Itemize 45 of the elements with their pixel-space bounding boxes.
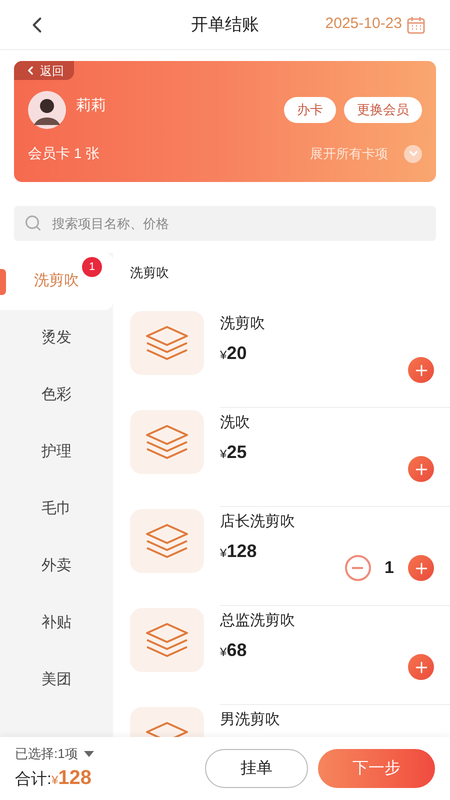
item-name: 店长洗剪吹 xyxy=(220,512,296,532)
category-tab[interactable]: 洗剪吹 1 xyxy=(0,253,113,310)
expand-icon[interactable] xyxy=(404,144,422,162)
member-action-button[interactable]: 办卡 xyxy=(284,97,336,123)
layers-icon xyxy=(145,424,189,460)
hold-order-button[interactable]: 挂单 xyxy=(205,749,308,788)
member-name: 莉莉 xyxy=(76,96,106,116)
quantity-value: 1 xyxy=(384,557,394,580)
item-price: ¥20 xyxy=(220,342,248,364)
add-button[interactable] xyxy=(408,456,434,482)
decrease-button[interactable] xyxy=(344,555,371,581)
calendar-icon[interactable] xyxy=(406,14,426,34)
category-tab[interactable]: 美团 xyxy=(0,652,113,709)
member-action-button[interactable]: 更换会员 xyxy=(344,97,422,123)
item-name: 洗吹 xyxy=(220,413,251,433)
page-title: 开单结账 xyxy=(191,14,259,36)
section-title: 洗剪吹 xyxy=(130,264,170,282)
layers-icon xyxy=(145,523,189,559)
item-name: 洗剪吹 xyxy=(220,314,266,334)
return-button[interactable]: 返回 xyxy=(14,61,74,80)
category-tab[interactable]: 补贴 xyxy=(0,595,113,652)
selected-summary[interactable]: 已选择:1项 xyxy=(15,744,94,764)
category-tab[interactable]: 色彩 xyxy=(0,367,113,424)
item-price: ¥128 xyxy=(220,540,258,562)
item-price: ¥68 xyxy=(220,638,248,662)
category-tab[interactable]: 烫发 xyxy=(0,310,113,367)
search-icon xyxy=(24,214,42,232)
total-amount: 合计:¥128 xyxy=(15,766,93,792)
category-tab[interactable]: 护理 xyxy=(0,424,113,481)
category-tab[interactable]: 毛巾 xyxy=(0,481,113,538)
category-tab[interactable]: 外卖 xyxy=(0,538,113,595)
avatar xyxy=(28,91,66,129)
count-badge: 1 xyxy=(82,257,102,277)
layers-icon xyxy=(145,325,189,361)
add-button[interactable] xyxy=(408,654,434,680)
add-button[interactable] xyxy=(408,357,434,383)
layers-icon xyxy=(145,622,189,658)
item-name: 总监洗剪吹 xyxy=(220,611,296,631)
item-price: ¥25 xyxy=(220,440,248,464)
search-field[interactable]: 搜索项目名称、价格 xyxy=(14,206,436,241)
item-name: 男洗剪吹 xyxy=(220,710,281,730)
card-count: 会员卡 1 张 xyxy=(28,144,100,163)
selected-indicator xyxy=(0,269,6,295)
minus-icon xyxy=(352,567,364,569)
add-button[interactable] xyxy=(408,555,434,581)
